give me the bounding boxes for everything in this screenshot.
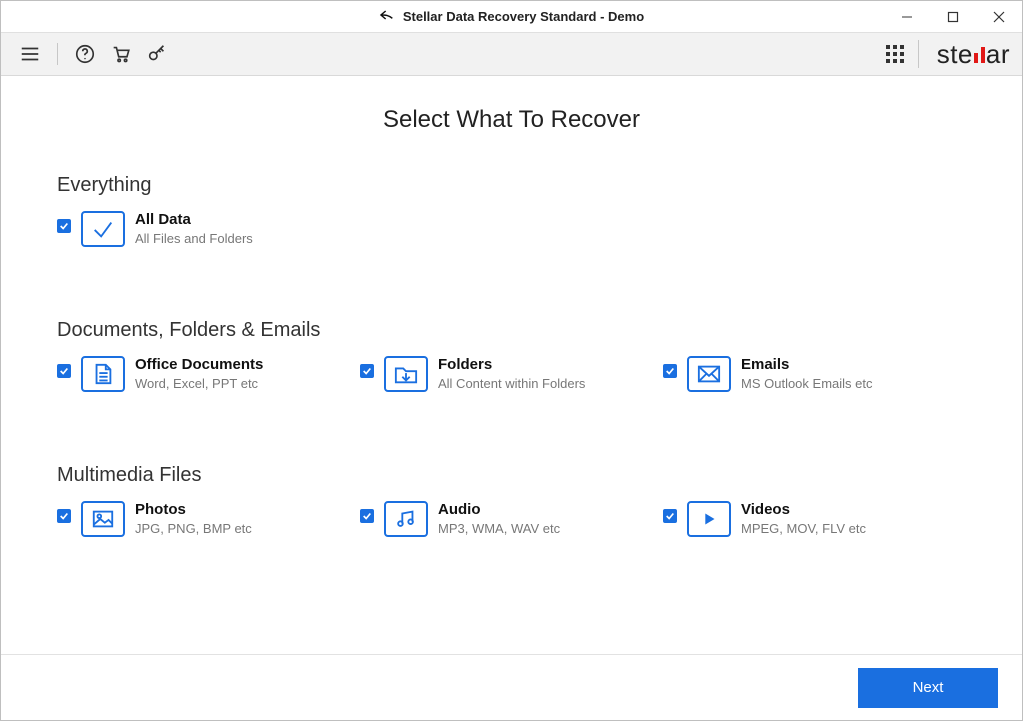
item-title: Office Documents	[135, 356, 263, 374]
photo-icon	[81, 501, 125, 537]
checkbox-all-data[interactable]	[57, 219, 71, 233]
item-desc: All Content within Folders	[438, 376, 585, 391]
checkbox-emails[interactable]	[663, 364, 677, 378]
item-desc: JPG, PNG, BMP etc	[135, 521, 252, 536]
email-icon	[687, 356, 731, 392]
brand-logo: stear	[937, 39, 1010, 70]
help-icon[interactable]	[74, 43, 96, 65]
minimize-button[interactable]	[884, 1, 930, 32]
folder-icon	[384, 356, 428, 392]
item-emails: Emails MS Outlook Emails etc	[663, 356, 966, 392]
apps-grid-icon[interactable]	[886, 40, 919, 68]
key-icon[interactable]	[146, 43, 168, 65]
item-title: Emails	[741, 356, 873, 374]
section-heading-everything: Everything	[57, 174, 966, 197]
menu-icon[interactable]	[19, 43, 41, 65]
page-title: Select What To Recover	[57, 106, 966, 134]
checkbox-office[interactable]	[57, 364, 71, 378]
separator	[57, 43, 58, 65]
close-button[interactable]	[976, 1, 1022, 32]
item-desc: Word, Excel, PPT etc	[135, 376, 263, 391]
back-icon	[379, 9, 395, 24]
section-media: Multimedia Files Photos JPG, PNG, BMP et…	[57, 464, 966, 537]
section-docs: Documents, Folders & Emails Office Docum…	[57, 319, 966, 392]
item-title: Videos	[741, 501, 866, 519]
item-title: Audio	[438, 501, 560, 519]
checkbox-videos[interactable]	[663, 509, 677, 523]
item-desc: MS Outlook Emails etc	[741, 376, 873, 391]
document-icon	[81, 356, 125, 392]
item-videos: Videos MPEG, MOV, FLV etc	[663, 501, 966, 537]
item-title: All Data	[135, 211, 253, 229]
checkbox-audio[interactable]	[360, 509, 374, 523]
titlebar: Stellar Data Recovery Standard - Demo	[1, 1, 1022, 33]
section-everything: Everything All Data All Files and Folder…	[57, 174, 966, 247]
checkbox-photos[interactable]	[57, 509, 71, 523]
item-title: Photos	[135, 501, 252, 519]
app-window: Stellar Data Recovery Standard - Demo	[0, 0, 1023, 721]
item-audio: Audio MP3, WMA, WAV etc	[360, 501, 663, 537]
toolbar: stear	[1, 33, 1022, 76]
item-title: Folders	[438, 356, 585, 374]
maximize-button[interactable]	[930, 1, 976, 32]
all-data-icon	[81, 211, 125, 247]
section-heading-docs: Documents, Folders & Emails	[57, 319, 966, 342]
item-office: Office Documents Word, Excel, PPT etc	[57, 356, 360, 392]
item-folders: Folders All Content within Folders	[360, 356, 663, 392]
content-area: Select What To Recover Everything All Da…	[1, 76, 1022, 654]
item-desc: MP3, WMA, WAV etc	[438, 521, 560, 536]
footer: Next	[1, 654, 1022, 720]
section-heading-media: Multimedia Files	[57, 464, 966, 487]
window-title: Stellar Data Recovery Standard - Demo	[403, 9, 644, 24]
item-desc: MPEG, MOV, FLV etc	[741, 521, 866, 536]
cart-icon[interactable]	[110, 43, 132, 65]
item-desc: All Files and Folders	[135, 231, 253, 246]
item-photos: Photos JPG, PNG, BMP etc	[57, 501, 360, 537]
video-icon	[687, 501, 731, 537]
next-button[interactable]: Next	[858, 668, 998, 708]
checkbox-folders[interactable]	[360, 364, 374, 378]
audio-icon	[384, 501, 428, 537]
item-all-data: All Data All Files and Folders	[57, 211, 360, 247]
